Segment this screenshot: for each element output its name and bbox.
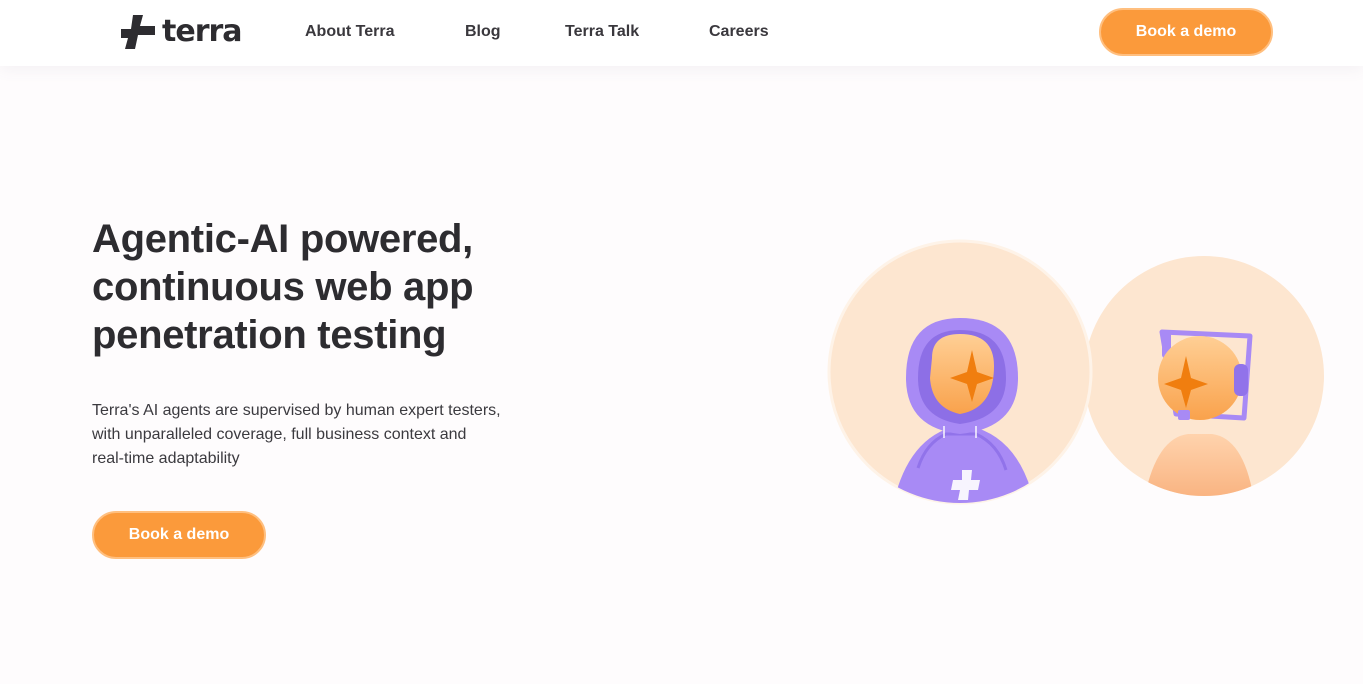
nav-item-careers[interactable]: Careers bbox=[709, 21, 769, 43]
site-header: terra About Terra Blog Terra Talk Career… bbox=[0, 0, 1363, 66]
hero-title-line: penetration testing bbox=[92, 313, 447, 357]
hero-title-line: Agentic-AI powered, bbox=[92, 217, 473, 261]
terra-logo-text: terra bbox=[162, 14, 243, 49]
hero-description-line: Terra's AI agents are supervised by huma… bbox=[92, 402, 501, 419]
hero-description: Terra's AI agents are supervised by huma… bbox=[92, 399, 572, 471]
hero-description-line: with unparalleled coverage, full busines… bbox=[92, 426, 467, 443]
hero-book-demo-button[interactable]: Book a demo bbox=[92, 511, 266, 559]
nav-item-terra-talk[interactable]: Terra Talk bbox=[565, 21, 639, 43]
hero-title: Agentic-AI powered, continuous web app p… bbox=[92, 215, 612, 359]
terra-logo[interactable]: terra bbox=[120, 14, 243, 50]
header-book-demo-button[interactable]: Book a demo bbox=[1099, 8, 1273, 56]
nav-item-blog[interactable]: Blog bbox=[465, 21, 501, 43]
nav-item-about-terra[interactable]: About Terra bbox=[305, 21, 394, 43]
hero-description-line: real-time adaptability bbox=[92, 450, 240, 467]
ai-and-human-illustration bbox=[827, 239, 1324, 505]
hero-illustration bbox=[826, 238, 1326, 510]
hero-title-line: continuous web app bbox=[92, 265, 474, 309]
terra-logo-icon bbox=[121, 15, 155, 49]
